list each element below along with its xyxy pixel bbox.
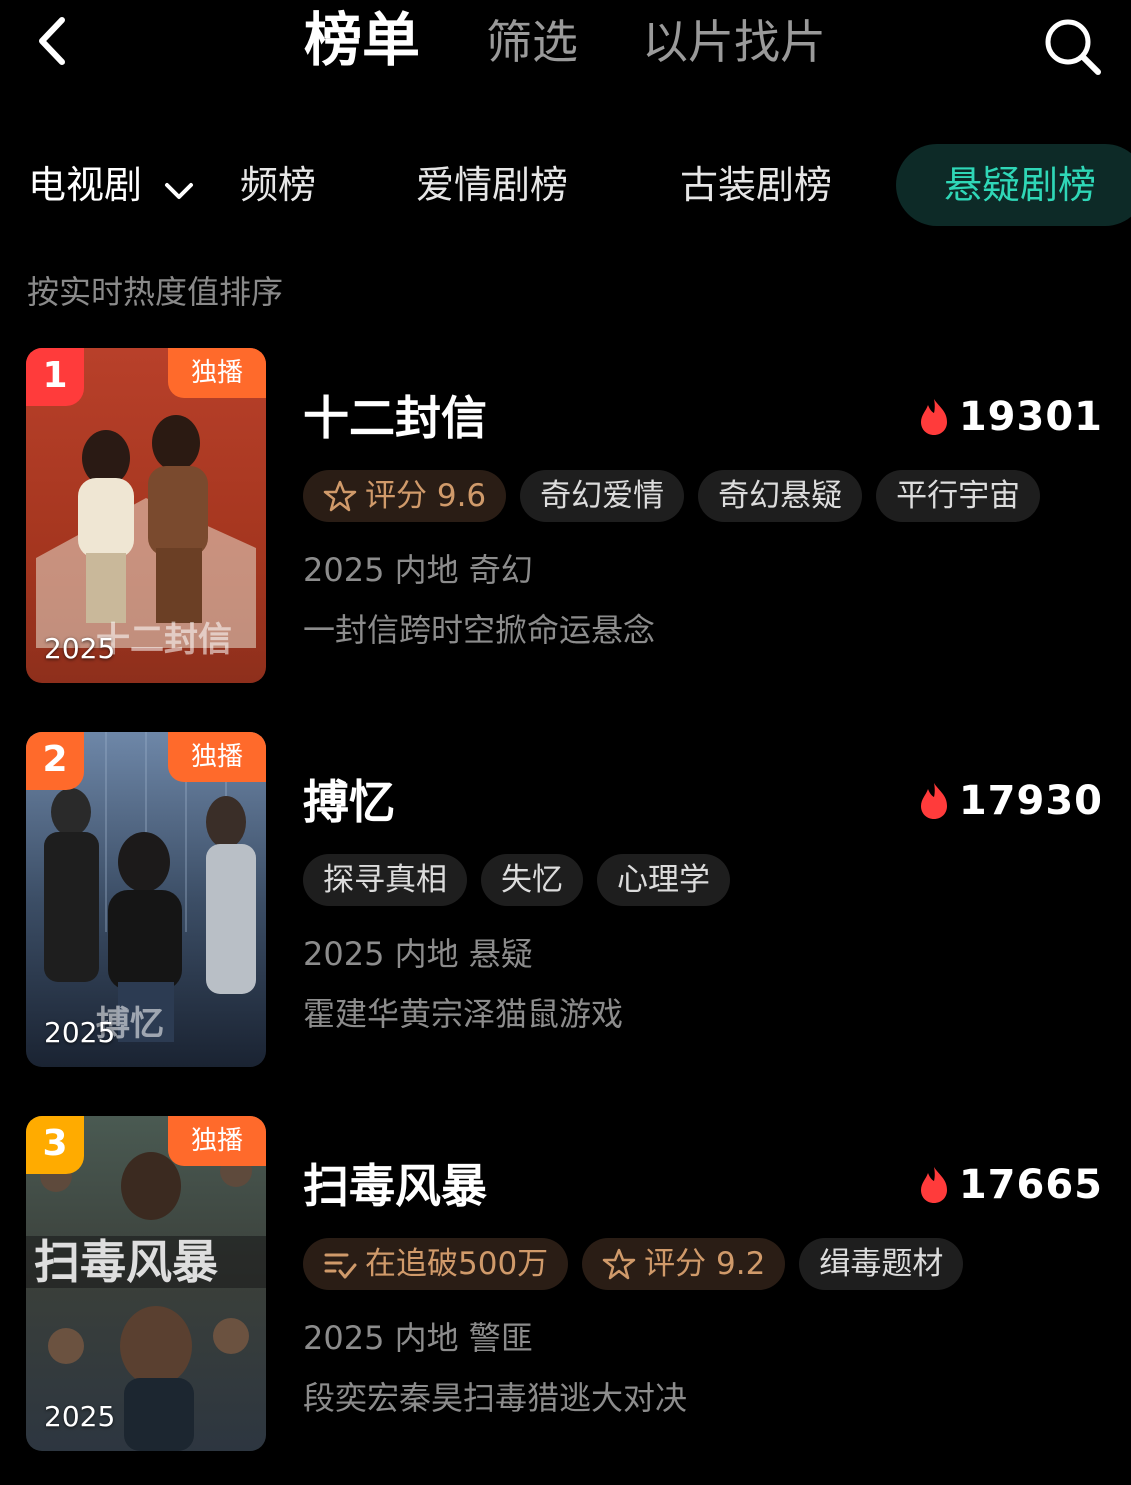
rating-tag[interactable]: 评分 9.6 — [303, 470, 507, 522]
rank-badge: 3 — [26, 1116, 84, 1174]
poster-year: 2025 — [44, 632, 116, 665]
tab-category-romance[interactable]: 爱情剧榜 — [416, 160, 568, 210]
show-title[interactable]: 扫毒风暴 — [303, 1156, 487, 1216]
poster-year: 2025 — [44, 1400, 116, 1433]
show-description: 一封信跨时空掀命运悬念 — [303, 611, 656, 649]
heat-value: 19301 — [958, 394, 1103, 440]
genre-tag[interactable]: 探寻真相 — [303, 854, 467, 906]
tab-category-mystery[interactable]: 悬疑剧榜 — [896, 144, 1131, 226]
heat-score: 17665 — [917, 1160, 1103, 1210]
list-item[interactable]: 十二封信 1 独播 2025 十二封信 19301 评分 9.6 奇幻爱情 奇幻… — [0, 348, 1131, 688]
poster-title-art: 十二封信 — [96, 620, 232, 660]
show-meta: 2025 内地 悬疑 — [303, 935, 533, 973]
show-title[interactable]: 搏忆 — [303, 772, 395, 832]
ranking-page: 榜单 筛选 以片找片 电视剧 频榜 爱情剧榜 古装剧榜 悬疑剧榜 按实时热度值排… — [0, 0, 1131, 1485]
tab-filter[interactable]: 筛选 — [486, 10, 578, 74]
tab-find-similar[interactable]: 以片找片 — [642, 10, 826, 74]
list-item[interactable]: 搏忆 2 独播 2025 搏忆 17930 探寻真相 失忆 心理学 2025 内… — [0, 732, 1131, 1072]
tag-label: 评分 9.2 — [644, 1246, 766, 1282]
star-outline-icon — [323, 480, 357, 512]
heat-score: 17930 — [917, 776, 1103, 826]
tab-ranking[interactable]: 榜单 — [304, 8, 420, 72]
flame-icon — [920, 783, 947, 819]
flame-icon — [920, 399, 947, 435]
svg-text:扫毒风暴: 扫毒风暴 — [34, 1235, 218, 1289]
tab-category-costume[interactable]: 古装剧榜 — [680, 160, 832, 210]
tag-list: 在追破500万 评分 9.2 缉毒题材 — [303, 1238, 964, 1290]
star-outline-icon — [602, 1248, 636, 1280]
poster[interactable]: 十二封信 1 独播 2025 — [26, 348, 266, 683]
chevron-down-icon — [164, 163, 194, 213]
category-tabs: 电视剧 频榜 爱情剧榜 古装剧榜 悬疑剧榜 — [0, 140, 1131, 230]
top-bar: 榜单 筛选 以片找片 — [0, 0, 1131, 100]
list-check-icon — [324, 1253, 357, 1279]
heat-score: 19301 — [917, 392, 1103, 442]
watching-tag[interactable]: 在追破500万 — [303, 1238, 569, 1290]
tag-list: 探寻真相 失忆 心理学 — [303, 854, 730, 906]
show-meta: 2025 内地 警匪 — [303, 1319, 533, 1357]
exclusive-badge: 独播 — [168, 732, 266, 782]
poster[interactable]: 扫毒风暴 3 独播 2025 — [26, 1116, 266, 1451]
genre-tag[interactable]: 心理学 — [597, 854, 730, 906]
show-title[interactable]: 十二封信 — [303, 388, 487, 448]
tag-label: 在追破500万 — [365, 1246, 549, 1282]
heat-value: 17930 — [958, 778, 1103, 824]
poster[interactable]: 搏忆 2 独播 2025 — [26, 732, 266, 1067]
category-dropdown-label: 电视剧 — [28, 163, 143, 207]
tag-list: 评分 9.6 奇幻爱情 奇幻悬疑 平行宇宙 — [303, 470, 1041, 522]
show-description: 霍建华黄宗泽猫鼠游戏 — [303, 995, 624, 1033]
tab-category-0[interactable]: 频榜 — [240, 160, 316, 210]
search-icon — [1045, 19, 1101, 75]
category-dropdown[interactable]: 电视剧 — [28, 160, 194, 213]
genre-tag[interactable]: 缉毒题材 — [799, 1238, 964, 1290]
genre-tag[interactable]: 失忆 — [481, 854, 583, 906]
flame-icon — [920, 1167, 947, 1203]
tag-label: 评分 9.6 — [365, 478, 487, 514]
poster-year: 2025 — [44, 1016, 116, 1049]
genre-tag[interactable]: 奇幻悬疑 — [698, 470, 863, 522]
chevron-left-icon — [39, 17, 65, 65]
rating-tag[interactable]: 评分 9.2 — [582, 1238, 786, 1290]
search-button[interactable] — [1040, 14, 1104, 78]
exclusive-badge: 独播 — [168, 1116, 266, 1166]
sort-hint: 按实时热度值排序 — [27, 273, 284, 311]
genre-tag[interactable]: 平行宇宙 — [876, 470, 1041, 522]
heat-value: 17665 — [958, 1162, 1103, 1208]
list-item[interactable]: 扫毒风暴 3 独播 2025 扫毒风暴 17665 在追破500万 评分 9.2… — [0, 1116, 1131, 1456]
genre-tag[interactable]: 奇幻爱情 — [520, 470, 685, 522]
show-meta: 2025 内地 奇幻 — [303, 551, 533, 589]
rank-badge: 2 — [26, 732, 84, 790]
show-description: 段奕宏秦昊扫毒猎逃大对决 — [303, 1379, 688, 1417]
exclusive-badge: 独播 — [168, 348, 266, 398]
back-button[interactable] — [30, 16, 80, 66]
rank-badge: 1 — [26, 348, 84, 406]
